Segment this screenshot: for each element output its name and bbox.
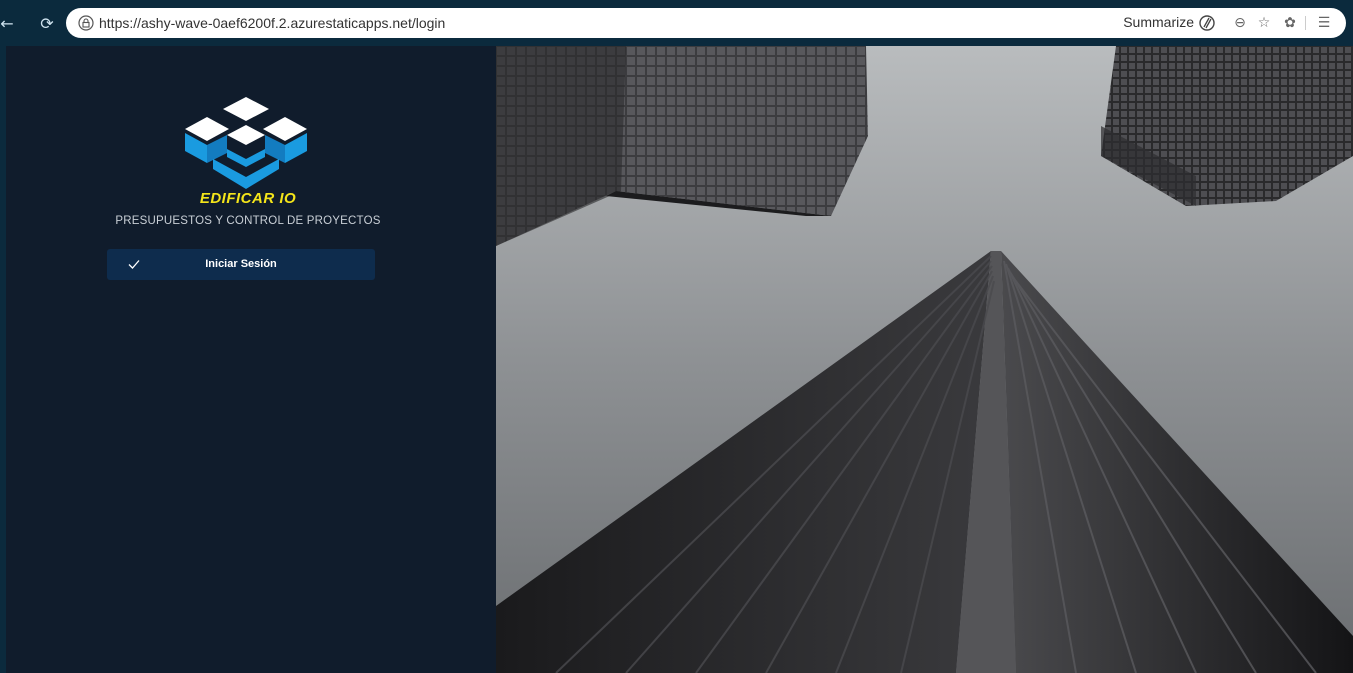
edificar-logo-icon [185,97,307,189]
url-text[interactable]: https://ashy-wave-0aef6200f.2.azurestati… [99,15,445,31]
lock-icon[interactable] [78,15,94,31]
extensions-icon[interactable]: ✿ [1280,13,1300,33]
zoom-out-icon[interactable]: ⊖ [1230,13,1250,33]
separator [1305,16,1306,30]
window-edge [0,46,6,673]
refresh-icon[interactable]: ⟳ [34,10,60,36]
copilot-icon[interactable] [1198,14,1216,32]
address-bar[interactable]: https://ashy-wave-0aef6200f.2.azurestati… [66,8,1346,38]
favorites-list-icon[interactable]: ☰ [1314,13,1334,33]
back-arrow-icon[interactable]: ← [0,10,20,36]
summarize-button[interactable]: Summarize [1123,14,1194,30]
login-button[interactable]: Iniciar Sesión [107,249,375,280]
tagline: PRESUPUESTOS Y CONTROL DE PROYECTOS [115,215,381,227]
browser-toolbar: ← ⟳ https://ashy-wave-0aef6200f.2.azures… [0,0,1353,46]
brand-name: EDIFICAR IO [199,190,297,207]
skyscraper-hero-image [496,46,1353,673]
favorite-star-icon[interactable]: ☆ [1254,13,1274,33]
login-button-label: Iniciar Sesión [205,258,277,270]
